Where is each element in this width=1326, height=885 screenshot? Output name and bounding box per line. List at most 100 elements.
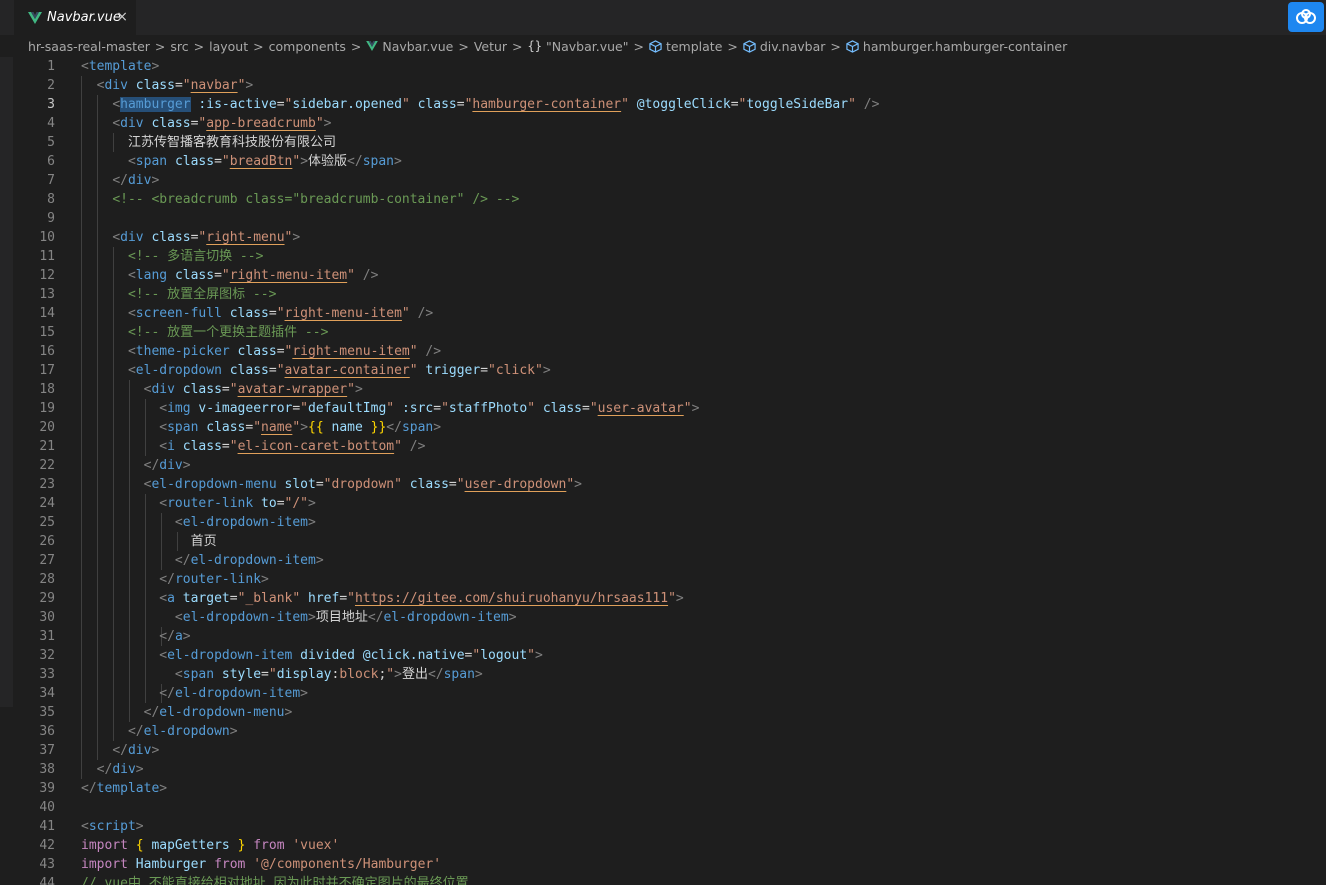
- code-line[interactable]: 22 </div>: [0, 456, 1326, 475]
- code-line[interactable]: 10 <div class="right-menu">: [0, 228, 1326, 247]
- breadcrumb-label: Navbar.vue: [382, 38, 454, 54]
- cloud-sync-button[interactable]: [1288, 2, 1324, 32]
- breadcrumb-label: div.navbar: [759, 38, 826, 54]
- code-line[interactable]: 24 <router-link to="/">: [0, 494, 1326, 513]
- code-line[interactable]: 5 江苏传智播客教育科技股份有限公司: [0, 133, 1326, 152]
- code-line[interactable]: 29 <a target="_blank" href="https://gite…: [0, 589, 1326, 608]
- code-text: <span class="breadBtn">体验版</span>: [127, 154, 402, 169]
- tab-navbar-vue[interactable]: Navbar.vue ×: [14, 0, 136, 35]
- line-number: 5: [47, 135, 55, 150]
- line-number: 34: [39, 686, 55, 701]
- breadcrumb-label: src: [170, 38, 189, 54]
- code-line[interactable]: 44 // vue中 不能直接给相对地址 因为此时并不确定图片的最终位置: [0, 874, 1326, 885]
- code-line[interactable]: 31 </a>: [0, 627, 1326, 646]
- breadcrumb-item[interactable]: div.navbar: [743, 38, 826, 54]
- cube-icon: [649, 39, 662, 53]
- code-text: <span class="name">{{ name }}</span>: [159, 420, 442, 435]
- code-line[interactable]: 37 </div>: [0, 741, 1326, 760]
- breadcrumb-item[interactable]: Vetur: [474, 39, 507, 54]
- breadcrumb-item[interactable]: components: [269, 39, 346, 54]
- code-line[interactable]: 4 <div class="app-breadcrumb">: [0, 114, 1326, 133]
- close-icon[interactable]: ×: [116, 9, 128, 25]
- code-line[interactable]: 2 <div class="navbar">: [0, 76, 1326, 95]
- code-line[interactable]: 1 <template>: [0, 57, 1326, 76]
- code-line[interactable]: 20 <span class="name">{{ name }}</span>: [0, 418, 1326, 437]
- code-text: 首页: [81, 534, 217, 549]
- line-number: 30: [39, 610, 55, 625]
- breadcrumb-item[interactable]: src: [170, 39, 188, 54]
- code-line[interactable]: 43 import Hamburger from '@/components/Ha…: [0, 855, 1326, 874]
- line-number: 22: [39, 458, 55, 473]
- code-line[interactable]: 32 <el-dropdown-item divided @click.nati…: [0, 646, 1326, 665]
- code-line[interactable]: 33 <span style="display:block;">登出</span…: [0, 665, 1326, 684]
- code-line[interactable]: 19 <img v-imageerror="defaultImg" :src="…: [0, 399, 1326, 418]
- code-text: <el-dropdown-menu slot="dropdown" class=…: [143, 477, 582, 492]
- code-line[interactable]: 36 </el-dropdown>: [0, 722, 1326, 741]
- line-number: 19: [39, 401, 55, 416]
- code-line[interactable]: 6 <span class="breadBtn">体验版</span>: [0, 152, 1326, 171]
- code-line[interactable]: 42 import { mapGetters } from 'vuex': [0, 836, 1326, 855]
- code-text: <el-dropdown-item>: [174, 515, 316, 530]
- code-text: 江苏传智播客教育科技股份有限公司: [81, 135, 336, 150]
- breadcrumb-item[interactable]: template: [649, 39, 722, 54]
- code-line[interactable]: 26 首页: [0, 532, 1326, 551]
- code-text: </el-dropdown-item>: [159, 686, 308, 701]
- line-number: 13: [39, 287, 55, 302]
- code-line[interactable]: 15 <!-- 放置一个更换主题插件 -->: [0, 323, 1326, 342]
- code-text: <el-dropdown class="avatar-container" tr…: [127, 363, 551, 378]
- line-number: 15: [39, 325, 55, 340]
- code-text: <script>: [81, 819, 144, 834]
- code-text: </template>: [81, 781, 168, 796]
- code-text: <i class="el-icon-caret-bottom" />: [159, 439, 426, 454]
- line-number: 4: [47, 116, 55, 131]
- code-line[interactable]: 40: [0, 798, 1326, 817]
- code-line[interactable]: 17 <el-dropdown class="avatar-container"…: [0, 361, 1326, 380]
- code-line[interactable]: 28 </router-link>: [0, 570, 1326, 589]
- code-line[interactable]: 13 <!-- 放置全屏图标 -->: [0, 285, 1326, 304]
- breadcrumb-item[interactable]: hr-saas-real-master: [28, 39, 150, 54]
- breadcrumb-separator: >: [458, 38, 469, 54]
- code-line[interactable]: 39 </template>: [0, 779, 1326, 798]
- code-line[interactable]: 14 <screen-full class="right-menu-item" …: [0, 304, 1326, 323]
- code-line[interactable]: 21 <i class="el-icon-caret-bottom" />: [0, 437, 1326, 456]
- code-line[interactable]: 8 <!-- <breadcrumb class="breadcrumb-con…: [0, 190, 1326, 209]
- code-text: // vue中 不能直接给相对地址 因为此时并不确定图片的最终位置: [81, 876, 469, 885]
- code-line[interactable]: 27 </el-dropdown-item>: [0, 551, 1326, 570]
- code-line[interactable]: 11 <!-- 多语言切换 -->: [0, 247, 1326, 266]
- line-number: 26: [39, 534, 55, 549]
- code-text: <div class="right-menu">: [112, 230, 301, 245]
- code-text: <img v-imageerror="defaultImg" :src="sta…: [159, 401, 700, 416]
- code-line[interactable]: 16 <theme-picker class="right-menu-item"…: [0, 342, 1326, 361]
- code-line[interactable]: 35 </el-dropdown-menu>: [0, 703, 1326, 722]
- line-number: 18: [39, 382, 55, 397]
- breadcrumb-label: hr-saas-real-master: [28, 38, 150, 54]
- code-line[interactable]: 18 <div class="avatar-wrapper">: [0, 380, 1326, 399]
- code-line[interactable]: 3 <hamburger :is-active="sidebar.opened"…: [0, 95, 1326, 114]
- code-text: </el-dropdown-item>: [174, 553, 324, 568]
- code-line[interactable]: 41 <script>: [0, 817, 1326, 836]
- code-line[interactable]: 12 <lang class="right-menu-item" />: [0, 266, 1326, 285]
- code-text: <template>: [81, 59, 160, 74]
- breadcrumb-item[interactable]: layout: [209, 39, 248, 54]
- code-line[interactable]: 23 <el-dropdown-menu slot="dropdown" cla…: [0, 475, 1326, 494]
- code-line[interactable]: 9: [0, 209, 1326, 228]
- code-text: </router-link>: [159, 572, 269, 587]
- cloud-icon: [1296, 9, 1316, 24]
- code-text: import Hamburger from '@/components/Hamb…: [81, 857, 442, 872]
- line-number: 10: [39, 230, 55, 245]
- breadcrumb-item[interactable]: hamburger.hamburger-container: [846, 39, 1067, 54]
- code-editor[interactable]: 1 <template> 2 <div class="navbar"> 3 <hamb…: [0, 57, 1326, 885]
- breadcrumb-label: Vetur: [473, 38, 508, 54]
- breadcrumb-separator: >: [154, 38, 166, 54]
- code-line[interactable]: 38 </div>: [0, 760, 1326, 779]
- line-number: 27: [39, 553, 55, 568]
- code-line[interactable]: 34 </el-dropdown-item>: [0, 684, 1326, 703]
- code-text: <el-dropdown-item>项目地址</el-dropdown-item…: [174, 610, 517, 625]
- line-number: 25: [39, 515, 55, 530]
- code-line[interactable]: 7 </div>: [0, 171, 1326, 190]
- breadcrumb-item[interactable]: {} "Navbar.vue": [528, 39, 629, 54]
- code-line[interactable]: 25 <el-dropdown-item>: [0, 513, 1326, 532]
- code-line[interactable]: 30 <el-dropdown-item>项目地址</el-dropdown-i…: [0, 608, 1326, 627]
- line-number: 40: [39, 800, 55, 815]
- breadcrumb-item[interactable]: Navbar.vue: [366, 39, 453, 54]
